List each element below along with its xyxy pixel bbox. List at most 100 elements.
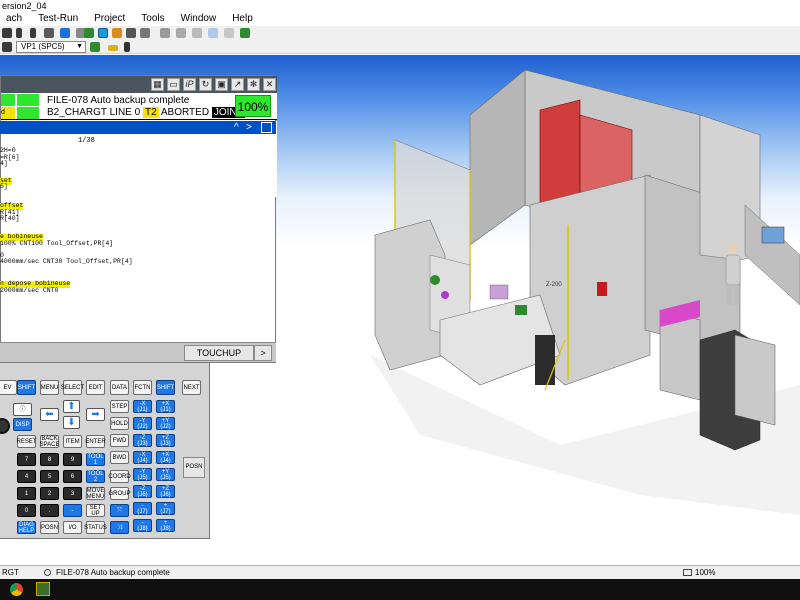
collapse-icon[interactable]: ^ bbox=[234, 121, 239, 134]
maximize-icon[interactable] bbox=[261, 122, 272, 133]
fwd-button[interactable]: FWD bbox=[110, 434, 129, 447]
keyboard-icon[interactable]: ▭ bbox=[167, 78, 180, 91]
jog-special-button-2[interactable]: ⤨ bbox=[110, 521, 129, 534]
digit-key-6[interactable]: 6 bbox=[63, 470, 82, 483]
fctn-button[interactable]: FCTN bbox=[133, 380, 152, 395]
select-button[interactable]: SELECT bbox=[61, 380, 84, 395]
close-icon[interactable]: ✕ bbox=[263, 78, 276, 91]
posn-button[interactable]: POSN bbox=[40, 521, 59, 534]
digit-key-8[interactable]: 8 bbox=[40, 453, 59, 466]
program-line[interactable]: 2000mm/sec CNT0 bbox=[0, 287, 59, 295]
next-page-button[interactable]: > bbox=[254, 345, 272, 361]
refresh-icon[interactable]: ↻ bbox=[199, 78, 212, 91]
digit-key-dot[interactable]: . bbox=[40, 504, 59, 517]
digit-key-3[interactable]: 3 bbox=[63, 487, 82, 500]
edit-button[interactable]: EDIT bbox=[86, 380, 105, 395]
touchup-button[interactable]: TOUCHUP bbox=[184, 345, 254, 361]
app-icon[interactable] bbox=[36, 582, 50, 596]
ip-icon[interactable]: iP bbox=[183, 78, 196, 91]
program-listing[interactable]: 1/38 2H=0 =R[6] 4] set 5] offset R[41] R[40] e b… bbox=[0, 136, 276, 341]
menu-item-window[interactable]: Window bbox=[175, 12, 227, 26]
check-icon[interactable] bbox=[240, 28, 250, 38]
stop-icon[interactable] bbox=[2, 28, 12, 38]
digit-key-9[interactable]: 9 bbox=[63, 453, 82, 466]
jog-special-button[interactable]: ⤧ bbox=[110, 504, 129, 517]
settings-icon[interactable]: ✻ bbox=[247, 78, 260, 91]
reset-button[interactable]: RESET bbox=[17, 435, 37, 448]
arrow-icon[interactable]: ↗ bbox=[231, 78, 244, 91]
jog-minus-2[interactable]: -Y (J2) bbox=[133, 417, 152, 430]
minus-key[interactable]: - bbox=[63, 504, 82, 517]
arrow-right-icon[interactable]: ➡ bbox=[86, 408, 105, 421]
menu-item-help[interactable]: Help bbox=[226, 12, 263, 26]
cursor-icon[interactable] bbox=[124, 42, 130, 52]
menu-item-project[interactable]: Project bbox=[88, 12, 135, 26]
jog-plus-7[interactable]: + (J7) bbox=[156, 502, 175, 515]
posn-side-button[interactable]: POSN bbox=[183, 457, 205, 478]
frame-icon[interactable] bbox=[126, 28, 136, 38]
program-line[interactable]: R[40] bbox=[0, 215, 20, 223]
shift-button-left[interactable]: SHIFT bbox=[17, 380, 36, 395]
digit-key-4[interactable]: 4 bbox=[17, 470, 36, 483]
image-icon[interactable] bbox=[208, 28, 218, 38]
menu-item-test-run[interactable]: Test-Run bbox=[32, 12, 88, 26]
data-button[interactable]: DATA bbox=[110, 380, 129, 395]
jog-plus-3[interactable]: +Z (J3) bbox=[156, 434, 175, 447]
io-button[interactable]: I/O bbox=[63, 521, 82, 534]
jog-minus-4[interactable]: -X (J4) bbox=[133, 451, 152, 464]
next-button[interactable]: NEXT bbox=[182, 380, 201, 395]
tool1-button[interactable]: TOOL 1 bbox=[86, 453, 105, 466]
jog-minus-1[interactable]: -X (J1) bbox=[133, 400, 152, 413]
jog-plus-4[interactable]: +X (J4) bbox=[156, 451, 175, 464]
digit-key-1[interactable]: 1 bbox=[17, 487, 36, 500]
teach-icon[interactable] bbox=[98, 28, 108, 38]
enter-button[interactable]: ENTER bbox=[85, 435, 106, 448]
diag-help-button[interactable]: DIAG HELP bbox=[17, 521, 36, 534]
arrow-down-icon[interactable]: ⬇ bbox=[63, 416, 80, 429]
part-icon[interactable] bbox=[112, 28, 122, 38]
viewport-select[interactable]: VP1 (SPC5) ▼ bbox=[16, 41, 86, 53]
jog-plus-5[interactable]: +Y (J5) bbox=[156, 468, 175, 481]
jog-minus-3[interactable]: -Z (J3) bbox=[133, 434, 152, 447]
zoom-icon[interactable] bbox=[224, 28, 234, 38]
backspace-button[interactable]: BACK SPACE bbox=[40, 435, 59, 448]
rotate-icon[interactable] bbox=[192, 28, 202, 38]
record-icon[interactable] bbox=[44, 28, 54, 38]
item-button[interactable]: ITEM bbox=[63, 435, 82, 448]
disp-button[interactable]: DISP bbox=[13, 418, 32, 431]
layout-icon[interactable]: ▣ bbox=[215, 78, 228, 91]
info-button[interactable]: ⓘ bbox=[13, 403, 32, 416]
group-button[interactable]: GROUP bbox=[109, 487, 131, 500]
emergency-stop-icon[interactable] bbox=[0, 418, 10, 434]
expand-icon[interactable]: > bbox=[246, 121, 252, 134]
hand-icon[interactable] bbox=[176, 28, 186, 38]
digit-key-2[interactable]: 2 bbox=[40, 487, 59, 500]
prev-button[interactable]: EV bbox=[0, 380, 17, 395]
setup-button[interactable]: SET UP bbox=[86, 504, 105, 517]
jog-plus-2[interactable]: +Y (J2) bbox=[156, 417, 175, 430]
move-icon[interactable] bbox=[160, 28, 170, 38]
program-line[interactable]: 4000mm/sec CNT30 Tool_Offset,PR[4] bbox=[0, 258, 133, 266]
jog-minus-7[interactable]: - (J7) bbox=[133, 502, 152, 515]
digit-key-5[interactable]: 5 bbox=[40, 470, 59, 483]
program-line[interactable]: 4] bbox=[0, 160, 8, 168]
pause-icon-2[interactable] bbox=[30, 28, 36, 38]
measure-icon[interactable] bbox=[140, 28, 150, 38]
chrome-icon[interactable] bbox=[10, 583, 23, 596]
ruler-icon[interactable] bbox=[108, 45, 118, 51]
target-icon[interactable] bbox=[90, 42, 100, 52]
menu-button[interactable]: MENU bbox=[40, 380, 59, 395]
tool2-button[interactable]: TOOL 2 bbox=[86, 470, 105, 483]
move-menu-button[interactable]: MOVE MENU bbox=[86, 487, 105, 500]
jog-minus-8[interactable]: - (J8) bbox=[133, 519, 152, 532]
menu-item-teach[interactable]: ach bbox=[0, 12, 32, 26]
digit-key-7[interactable]: 7 bbox=[17, 453, 36, 466]
jog-plus-8[interactable]: + (J8) bbox=[156, 519, 175, 532]
coord-button[interactable]: COORD bbox=[108, 470, 131, 483]
bwd-button[interactable]: BWD bbox=[110, 451, 129, 464]
jog-plus-6[interactable]: +Z (J6) bbox=[156, 485, 175, 498]
jog-minus-6[interactable]: -Z (J6) bbox=[133, 485, 152, 498]
grid-icon[interactable]: ▦ bbox=[151, 78, 164, 91]
program-line[interactable]: 100% CNT100 Tool_Offset,PR[4] bbox=[0, 240, 113, 248]
status-button[interactable]: STATUS bbox=[84, 521, 107, 534]
